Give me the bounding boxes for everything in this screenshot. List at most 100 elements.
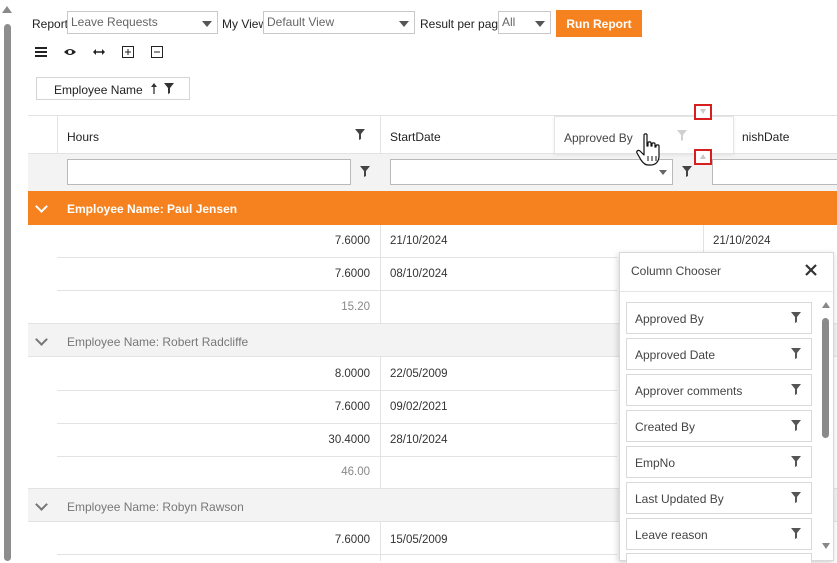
- hours-filter-input[interactable]: [67, 159, 351, 185]
- row-divider: [57, 456, 617, 457]
- column-chooser-item-empno[interactable]: EmpNo: [626, 446, 812, 478]
- chevron-down-icon: [535, 21, 545, 27]
- cell-hours: 7.6000: [334, 534, 370, 546]
- arrow-up-icon: [700, 154, 706, 159]
- row-divider: [57, 390, 617, 391]
- filter-icon[interactable]: [682, 166, 692, 180]
- column-chooser-item-approved-date[interactable]: Approved Date: [626, 338, 812, 370]
- column-chooser-item-label: Leave reason: [635, 528, 708, 542]
- cell-startdate: 28/10/2024: [390, 434, 448, 446]
- column-chooser-item-last-updated-by[interactable]: Last Updated By: [626, 482, 812, 514]
- group-label: Employee Name: Paul Jensen: [67, 202, 238, 216]
- menu-icon[interactable]: [33, 44, 49, 60]
- filter-icon: [677, 130, 687, 144]
- group-summary-hours: 46.00: [341, 466, 370, 478]
- group-by-employee-name-chip[interactable]: Employee Name: [36, 77, 190, 100]
- cell-startdate: 21/10/2024: [390, 235, 448, 247]
- finishdate-filter-input[interactable]: [712, 159, 837, 185]
- page-scrollbar[interactable]: [0, 0, 14, 561]
- column-chooser-scrollbar[interactable]: [821, 298, 832, 553]
- scrollbar-thumb[interactable]: [4, 24, 11, 561]
- chevron-down-icon[interactable]: [35, 333, 48, 346]
- cell-startdate: 09/02/2021: [390, 401, 448, 413]
- cell-hours: 7.6000: [334, 401, 370, 413]
- eye-icon[interactable]: [62, 44, 78, 60]
- row-divider: [57, 290, 617, 291]
- column-chooser-item-label: EmpNo: [635, 456, 676, 470]
- my-view-select-value: Default View: [267, 15, 335, 29]
- result-per-page-label: Result per page: [420, 17, 505, 31]
- collapse-all-icon[interactable]: [149, 44, 165, 60]
- row-divider: [57, 423, 617, 424]
- run-report-button[interactable]: Run Report: [556, 10, 642, 37]
- report-label: Report: [32, 17, 69, 31]
- row-divider: [57, 554, 617, 555]
- cell-hours: 8.0000: [334, 368, 370, 380]
- filter-icon[interactable]: [791, 312, 801, 326]
- group-row-paul-jensen[interactable]: Employee Name: Paul Jensen: [28, 191, 837, 225]
- column-chooser-item-approved-by[interactable]: Approved By: [626, 302, 812, 334]
- column-chooser-item-label: Approved By: [635, 312, 704, 326]
- dragged-header-label: Approved By: [564, 131, 633, 145]
- cell-hours: 7.6000: [334, 268, 370, 280]
- fit-width-icon[interactable]: [91, 44, 107, 60]
- filter-icon[interactable]: [355, 129, 365, 143]
- filter-icon[interactable]: [791, 528, 801, 542]
- my-view-select[interactable]: Default View: [263, 11, 415, 34]
- column-header-startdate[interactable]: StartDate: [390, 130, 441, 144]
- column-chooser-item-approver-comments[interactable]: Approver comments: [626, 374, 812, 406]
- hand-pointer-cursor-icon: [636, 132, 664, 171]
- column-chooser-item-label: Approved Date: [635, 348, 716, 362]
- column-header-hours[interactable]: Hours: [67, 130, 99, 144]
- grid-divider: [380, 225, 381, 323]
- filter-icon[interactable]: [791, 348, 801, 362]
- group-label: Employee Name: Robyn Rawson: [67, 500, 244, 514]
- group-summary-hours: 15.20: [341, 301, 370, 313]
- cell-startdate: 15/05/2009: [390, 534, 448, 546]
- filter-icon[interactable]: [791, 492, 801, 506]
- cell-startdate: 22/05/2009: [390, 368, 448, 380]
- close-icon[interactable]: [804, 263, 820, 279]
- report-select-value: Leave Requests: [71, 15, 158, 29]
- filter-icon[interactable]: [791, 384, 801, 398]
- filter-icon[interactable]: [360, 166, 370, 180]
- scroll-up-arrow-icon[interactable]: [2, 6, 12, 13]
- row-divider: [57, 257, 617, 258]
- column-chooser-title: Column Chooser: [631, 264, 722, 278]
- drop-indicator-bottom: [694, 149, 712, 165]
- column-chooser-item-created-by[interactable]: Created By: [626, 410, 812, 442]
- chevron-down-icon: [202, 21, 212, 27]
- cell-hours: 30.4000: [328, 434, 370, 446]
- column-chooser-item-leave-reason[interactable]: Leave reason: [626, 518, 812, 550]
- group-chip-label: Employee Name: [54, 83, 143, 97]
- scroll-down-arrow-icon[interactable]: [822, 543, 830, 549]
- scroll-up-arrow-icon[interactable]: [822, 302, 830, 308]
- group-label: Employee Name: Robert Radcliffe: [67, 335, 249, 349]
- expand-all-icon[interactable]: [120, 44, 136, 60]
- sort-ascending-icon[interactable]: [150, 83, 158, 97]
- column-chooser-panel: Column Chooser Approved By Approved Date…: [619, 252, 835, 563]
- scrollbar-thumb[interactable]: [822, 318, 829, 438]
- drop-indicator-top: [694, 104, 712, 120]
- chevron-down-icon: [399, 21, 409, 27]
- cell-hours: 7.6000: [334, 235, 370, 247]
- column-chooser-item-label: Approver comments: [635, 384, 743, 398]
- filter-icon[interactable]: [164, 83, 174, 97]
- chevron-down-icon[interactable]: [35, 200, 48, 213]
- column-chooser-item-label: Last Updated By: [635, 492, 724, 506]
- filter-icon[interactable]: [791, 420, 801, 434]
- column-chooser-item-partial: [626, 553, 812, 563]
- cell-startdate: 08/10/2024: [390, 268, 448, 280]
- cell-finishdate: 21/10/2024: [713, 235, 771, 247]
- startdate-filter-input[interactable]: [390, 159, 673, 185]
- column-chooser-divider: [620, 291, 835, 292]
- result-per-page-select[interactable]: All: [498, 11, 551, 34]
- chevron-down-icon[interactable]: [35, 498, 48, 511]
- report-select[interactable]: Leave Requests: [67, 11, 218, 34]
- filter-icon[interactable]: [791, 456, 801, 470]
- column-header-finishdate[interactable]: nishDate: [742, 130, 789, 144]
- column-chooser-item-label: Created By: [635, 420, 696, 434]
- grid-divider: [703, 225, 704, 255]
- my-view-label: My View: [222, 17, 268, 31]
- result-per-page-value: All: [502, 15, 516, 29]
